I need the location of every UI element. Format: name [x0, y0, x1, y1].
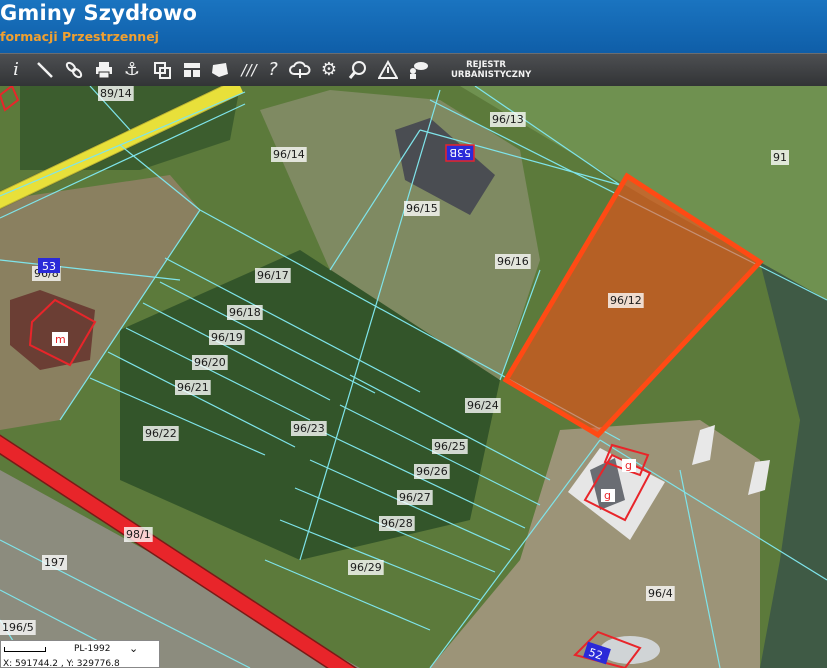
parcel-label: 96/17 — [257, 269, 289, 282]
shape-icon[interactable] — [208, 58, 232, 82]
layers-icon[interactable] — [150, 58, 174, 82]
parcel-label: 96/19 — [211, 331, 243, 344]
parcel-label: 96/29 — [350, 561, 382, 574]
parcel-label: 96/20 — [194, 356, 226, 369]
link-icon[interactable] — [62, 58, 86, 82]
parcel-label: 89/14 — [100, 87, 132, 100]
warning-icon[interactable] — [376, 58, 400, 82]
parcel-label: 98/1 — [126, 528, 151, 541]
scale-bar — [4, 647, 46, 652]
rejestr-urbanistyczny-button[interactable]: REJESTR URBANISTYCZNY — [451, 60, 532, 80]
toolbar: i ⚓ /// ? ⚙ REJESTR URBANISTYCZNY — [0, 53, 827, 86]
parcel-label: 96/27 — [399, 491, 431, 504]
parcel-label: 96/13 — [492, 113, 524, 126]
hatch-icon[interactable]: /// — [237, 58, 261, 82]
parcel-label: 96/12 — [610, 294, 642, 307]
building-code: g — [604, 489, 611, 502]
anchor-icon[interactable]: ⚓ — [120, 58, 144, 82]
scale-panel: PL-1992 ⌄ X: 591744.2 , Y: 329776.8 — [0, 640, 160, 668]
rejestr-line2: URBANISTYCZNY — [451, 70, 532, 80]
parcel-label: 96/16 — [497, 255, 529, 268]
building-code: g — [625, 459, 632, 472]
print-icon[interactable] — [92, 58, 116, 82]
parcel-label: 96/28 — [381, 517, 413, 530]
measure-icon[interactable] — [33, 58, 57, 82]
rejestr-line1: REJESTR — [466, 60, 506, 70]
parcel-label: 96/21 — [177, 381, 209, 394]
building-number: 53 — [42, 260, 56, 273]
app-subtitle: formacji Przestrzennej — [0, 29, 159, 44]
parcel-label: 96/23 — [293, 422, 325, 435]
building-number: 53B — [449, 146, 471, 159]
building-code: m — [55, 333, 66, 346]
info-icon[interactable]: i — [4, 58, 28, 82]
chevron-down-icon[interactable]: ⌄ — [129, 642, 138, 655]
parcel-label: 196/5 — [2, 621, 34, 634]
parcel-label: 96/14 — [273, 148, 305, 161]
help-icon[interactable]: ? — [261, 58, 285, 82]
parcel-label: 91 — [773, 151, 787, 164]
layout-icon[interactable] — [180, 58, 204, 82]
parcel-label: 96/24 — [467, 399, 499, 412]
parcel-label: 96/26 — [416, 465, 448, 478]
crs-select[interactable]: PL-1992 — [74, 644, 110, 654]
parcel-label: 96/22 — [145, 427, 177, 440]
map-view[interactable]: 89/14 96/13 91 96/14 96/15 96/16 96/12 9… — [0, 86, 827, 668]
map-canvas[interactable]: 89/14 96/13 91 96/14 96/15 96/16 96/12 9… — [0, 86, 827, 668]
parcel-label: 197 — [44, 556, 65, 569]
settings-icon[interactable]: ⚙ — [317, 58, 341, 82]
parcel-label: 96/25 — [434, 440, 466, 453]
parcel-label: 96/15 — [406, 202, 438, 215]
zoom-search-icon[interactable] — [346, 58, 370, 82]
parcel-label: 96/4 — [648, 587, 673, 600]
cloud-download-icon[interactable] — [287, 58, 311, 82]
chat-icon[interactable] — [405, 58, 429, 82]
app-header: Gminy Szydłowo formacji Przestrzennej — [0, 0, 827, 53]
app-title: Gminy Szydłowo — [0, 1, 198, 25]
parcel-label: 96/18 — [229, 306, 261, 319]
cursor-coordinates: X: 591744.2 , Y: 329776.8 — [3, 659, 120, 668]
